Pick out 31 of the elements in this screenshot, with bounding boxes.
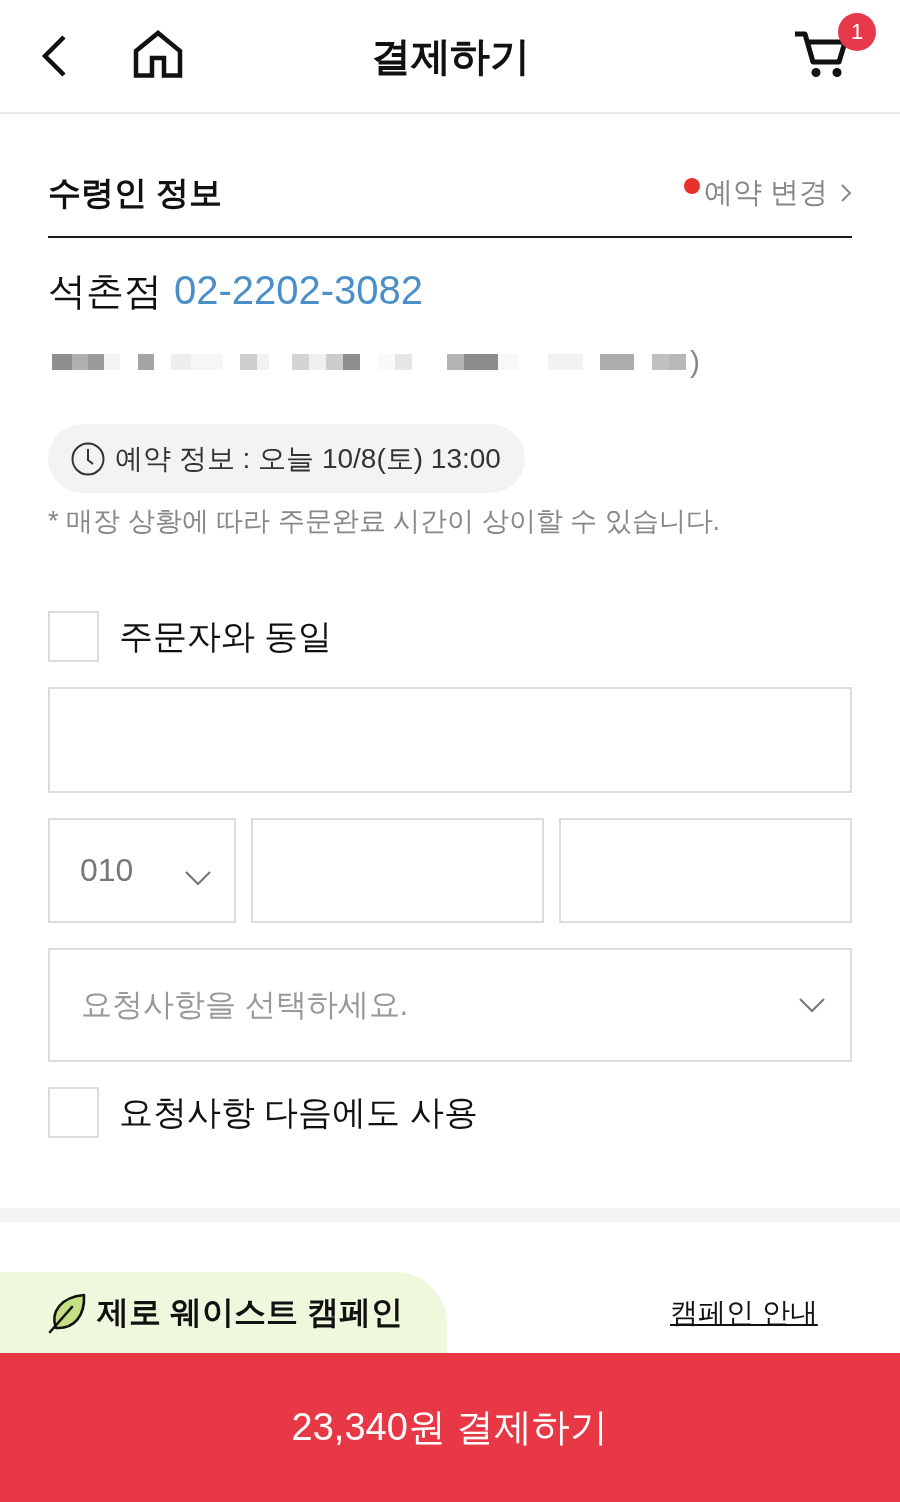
request-select[interactable]: 요청사항을 선택하세요. bbox=[48, 948, 852, 1062]
input-field[interactable] bbox=[48, 687, 852, 793]
checkbox[interactable] bbox=[48, 1087, 99, 1138]
campaign-title: 제로 웨이스트 캠페인 bbox=[97, 1292, 403, 1332]
cart-count-badge: 1 bbox=[838, 13, 876, 51]
campaign-info-link[interactable]: 캠페인 안내 bbox=[670, 1293, 818, 1332]
cart-button[interactable]: 1 bbox=[794, 13, 876, 81]
input-field[interactable] bbox=[559, 818, 852, 923]
store-phone-link[interactable]: 02-2202-3082 bbox=[174, 266, 424, 314]
page-title: 결제하기 bbox=[371, 32, 529, 80]
checkbox-label[interactable]: 요청사항 다음에도 사용 bbox=[119, 1089, 478, 1136]
pay-button[interactable]: 23,340원 결제하기 bbox=[0, 1353, 900, 1502]
checkbox[interactable] bbox=[48, 611, 99, 662]
change-reservation-link[interactable]: 예약 변경 bbox=[703, 173, 852, 213]
checkbox-label[interactable]: 주문자와 동일 bbox=[119, 613, 333, 660]
back-button[interactable] bbox=[40, 34, 68, 78]
chevron-right-icon bbox=[840, 183, 852, 203]
reservation-info-text: 예약 정보 : 오늘 10/8(토) 13:00 bbox=[115, 441, 501, 476]
store-name: 석촌점 bbox=[48, 269, 162, 314]
chevron-down-icon bbox=[184, 869, 212, 886]
input-field[interactable] bbox=[251, 818, 544, 923]
back-icon bbox=[40, 34, 68, 78]
home-button[interactable] bbox=[133, 30, 183, 78]
section-title: 수령인 정보 bbox=[48, 172, 223, 213]
clock-icon bbox=[71, 441, 105, 476]
chevron-down-icon bbox=[798, 997, 826, 1013]
address-text: ) bbox=[690, 347, 700, 377]
notice-text: * 매장 상황에 따라 주문완료 시간이 상이할 수 있습니다. bbox=[48, 505, 722, 538]
home-icon bbox=[133, 30, 183, 78]
leaf-icon bbox=[47, 1291, 87, 1334]
area-code-select[interactable]: 010 bbox=[48, 818, 236, 923]
